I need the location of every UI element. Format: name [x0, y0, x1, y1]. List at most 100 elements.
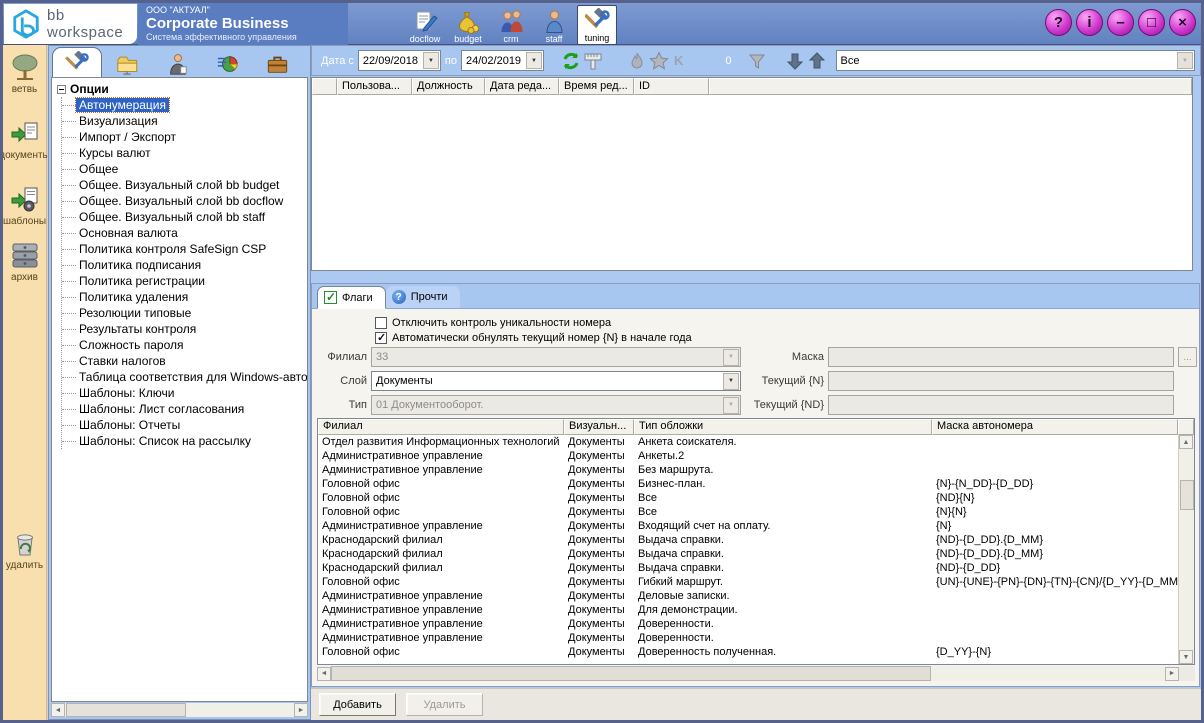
tab-settings[interactable]: [52, 47, 102, 77]
tree-item[interactable]: Сложность пароля: [62, 337, 307, 353]
tree-item-label[interactable]: Основная валюта: [76, 226, 181, 240]
table-row[interactable]: Административное управление Документы Де…: [318, 589, 1178, 603]
column-header-position[interactable]: Должность: [412, 78, 485, 95]
scroll-thumb[interactable]: [1180, 480, 1194, 510]
table-horizontal-scrollbar[interactable]: ◄ ►: [317, 666, 1195, 681]
maximize-button[interactable]: □: [1138, 9, 1165, 36]
table-row[interactable]: Краснодарский филиал Документы Выдача сп…: [318, 533, 1178, 547]
table-row[interactable]: Краснодарский филиал Документы Выдача сп…: [318, 547, 1178, 561]
tree-item-label[interactable]: Курсы валют: [76, 146, 154, 160]
delete-button[interactable]: Удалить: [406, 693, 483, 716]
tree-item-label[interactable]: Общее. Визуальный слой bb docflow: [76, 194, 286, 208]
tree-item-label[interactable]: Таблица соответствия для Windows-авто: [76, 370, 308, 384]
tree-item[interactable]: Шаблоны: Отчеты: [62, 417, 307, 433]
tree-item[interactable]: Результаты контроля: [62, 321, 307, 337]
tree-item[interactable]: Шаблоны: Лист согласования: [62, 401, 307, 417]
scroll-down-button[interactable]: ▼: [1179, 650, 1193, 664]
flame-button[interactable]: [626, 50, 648, 72]
tree-item-label[interactable]: Шаблоны: Ключи: [76, 386, 177, 400]
info-button[interactable]: i: [1076, 9, 1103, 36]
date-from-select[interactable]: 22/09/2018: [358, 50, 441, 71]
mask-browse-button[interactable]: ...: [1178, 347, 1197, 367]
scroll-up-button[interactable]: ▲: [1179, 435, 1193, 449]
tree-item[interactable]: Политика контроля SafeSign CSP: [62, 241, 307, 257]
tree-item[interactable]: Общее: [62, 161, 307, 177]
move-down-button[interactable]: [784, 50, 806, 72]
tree-item-label[interactable]: Автонумерация: [76, 98, 169, 112]
scroll-left-button[interactable]: ◄: [317, 667, 331, 681]
rail-branch-button[interactable]: ветвь: [3, 53, 46, 95]
table-row[interactable]: Административное управление Документы Вх…: [318, 519, 1178, 533]
tab-shared-folder[interactable]: [102, 51, 152, 77]
tree-item-label[interactable]: Политика удаления: [76, 290, 191, 304]
tree-item[interactable]: Шаблоны: Список на рассылку: [62, 433, 307, 449]
tree-item[interactable]: Автонумерация: [62, 97, 307, 113]
star-button[interactable]: [648, 50, 670, 72]
column-header-mask[interactable]: Маска автономера: [932, 419, 1178, 435]
table-row[interactable]: Административное управление Документы Бе…: [318, 463, 1178, 477]
rail-delete-button[interactable]: удалить: [3, 529, 46, 571]
checkbox-row[interactable]: Отключить контроль уникальности номера: [375, 316, 611, 330]
chevron-down-icon[interactable]: [723, 373, 739, 390]
tree-item[interactable]: Ставки налогов: [62, 353, 307, 369]
tree-item[interactable]: Курсы валют: [62, 145, 307, 161]
scroll-thumb[interactable]: [66, 703, 186, 717]
column-header-filial[interactable]: Филиал: [318, 419, 564, 435]
column-header-cover-type[interactable]: Тип обложки: [634, 419, 932, 435]
tree-item[interactable]: Таблица соответствия для Windows-авто: [62, 369, 307, 385]
move-up-button[interactable]: [806, 50, 828, 72]
tree-item-label[interactable]: Шаблоны: Список на рассылку: [76, 434, 254, 448]
tree-item[interactable]: Импорт / Экспорт: [62, 129, 307, 145]
app-crm-button[interactable]: crm: [491, 5, 531, 45]
checkbox-row[interactable]: Автоматически обнулять текущий номер {N}…: [375, 331, 692, 345]
column-header-layer[interactable]: Визуальн...: [564, 419, 634, 435]
tree-item[interactable]: Политика регистрации: [62, 273, 307, 289]
tree-item-label[interactable]: Шаблоны: Лист согласования: [76, 402, 247, 416]
tab-employee[interactable]: [152, 51, 202, 77]
table-row[interactable]: Отдел развития Информационных технологий…: [318, 435, 1178, 449]
tree-item[interactable]: Основная валюта: [62, 225, 307, 241]
tree-item[interactable]: Резолюции типовые: [62, 305, 307, 321]
tab-flags[interactable]: Флаги: [317, 286, 386, 309]
tree-item[interactable]: Общее. Визуальный слой bb docflow: [62, 193, 307, 209]
table-row[interactable]: Административное управление Документы До…: [318, 631, 1178, 645]
column-header-edit-time[interactable]: Время ред...: [559, 78, 634, 95]
scroll-right-button[interactable]: ►: [294, 703, 308, 717]
checkbox[interactable]: [375, 332, 387, 344]
table-row[interactable]: Административное управление Документы Ан…: [318, 449, 1178, 463]
app-staff-button[interactable]: staff: [534, 5, 574, 45]
tree-item[interactable]: Политика удаления: [62, 289, 307, 305]
chevron-down-icon[interactable]: [1177, 52, 1193, 69]
tree-item-label[interactable]: Сложность пароля: [76, 338, 187, 352]
date-to-select[interactable]: 24/02/2019: [461, 50, 544, 71]
app-docflow-button[interactable]: docflow: [405, 5, 445, 45]
tree-item-label[interactable]: Шаблоны: Отчеты: [76, 418, 183, 432]
app-tuning-button[interactable]: tuning: [577, 5, 617, 45]
chevron-down-icon[interactable]: [526, 52, 542, 69]
filter-button[interactable]: [746, 50, 768, 72]
rail-archive-button[interactable]: архив: [3, 241, 46, 283]
layer-select[interactable]: Документы: [371, 371, 741, 391]
close-button[interactable]: ×: [1169, 9, 1196, 36]
table-row[interactable]: Головной офис Документы Гибкий маршрут. …: [318, 575, 1178, 589]
refresh-button[interactable]: [560, 50, 582, 72]
tree-item[interactable]: Общее. Визуальный слой bb budget: [62, 177, 307, 193]
tree-item-label[interactable]: Визуализация: [76, 114, 161, 128]
tree-item[interactable]: Визуализация: [62, 113, 307, 129]
table-row[interactable]: Краснодарский филиал Документы Выдача сп…: [318, 561, 1178, 575]
tree-item[interactable]: Общее. Визуальный слой bb staff: [62, 209, 307, 225]
tree-item-label[interactable]: Общее. Визуальный слой bb staff: [76, 210, 268, 224]
ruler-button[interactable]: [582, 50, 604, 72]
add-button[interactable]: Добавить: [319, 693, 396, 716]
scroll-right-button[interactable]: ►: [1165, 667, 1179, 681]
tree-root[interactable]: Опции: [56, 81, 307, 97]
tree-item-label[interactable]: Резолюции типовые: [76, 306, 194, 320]
minimize-button[interactable]: –: [1107, 9, 1134, 36]
tree-item-label[interactable]: Политика контроля SafeSign CSP: [76, 242, 269, 256]
tab-briefcase[interactable]: [252, 51, 302, 77]
table-row[interactable]: Административное управление Документы До…: [318, 617, 1178, 631]
table-row[interactable]: Административное управление Документы Дл…: [318, 603, 1178, 617]
tree-item[interactable]: Политика подписания: [62, 257, 307, 273]
tree-item-label[interactable]: Импорт / Экспорт: [76, 130, 179, 144]
tree-item-label[interactable]: Политика регистрации: [76, 274, 208, 288]
